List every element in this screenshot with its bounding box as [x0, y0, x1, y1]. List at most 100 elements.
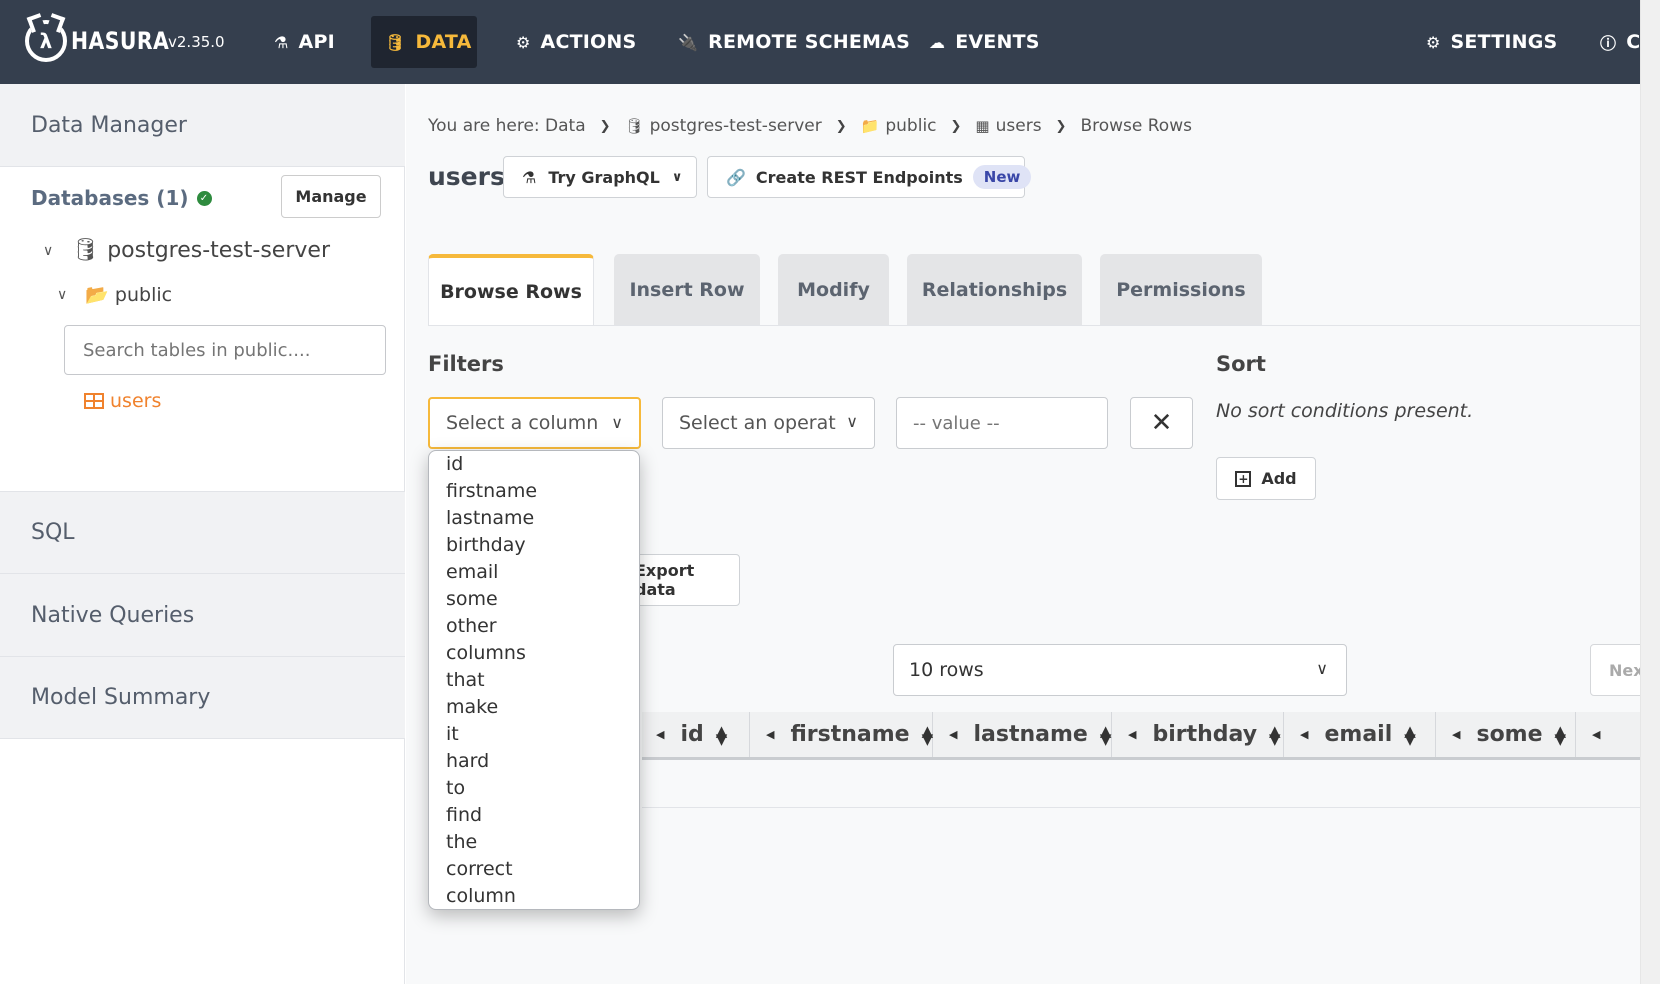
sql-label: SQL — [31, 520, 75, 545]
plus-square-icon: + — [1235, 470, 1252, 487]
nav-settings[interactable]: ⚙ SETTINGS — [1412, 16, 1571, 68]
dropdown-option[interactable]: columns — [446, 640, 622, 667]
manage-button[interactable]: Manage — [281, 175, 381, 218]
dropdown-option[interactable]: find — [446, 802, 622, 829]
chevron-down-icon: ∨ — [57, 286, 68, 303]
gears-icon: ⚙ — [516, 32, 531, 52]
breadcrumb-prefix: You are here: — [428, 116, 540, 136]
sort-heading: Sort — [1216, 352, 1266, 376]
create-rest-endpoints-button[interactable]: 🔗 Create REST Endpoints New — [707, 156, 1032, 198]
nav-api[interactable]: ⚗ API — [260, 16, 349, 68]
filter-value-input[interactable] — [896, 397, 1108, 449]
nav-events[interactable]: ☁ EVENTS — [915, 16, 1054, 68]
server-name: postgres-test-server — [107, 238, 330, 263]
databases-title: Databases (1) ✓ — [31, 186, 212, 210]
nav-actions[interactable]: ⚙ ACTIONS — [502, 16, 650, 68]
column-header-some[interactable]: ◀ some ▲ ▼ — [1436, 712, 1576, 757]
caret-left-icon: ◀ — [1452, 728, 1461, 741]
tab-insert-row[interactable]: Insert Row — [614, 254, 760, 326]
dropdown-option[interactable]: some — [446, 586, 622, 613]
sort-icon: ▲ ▼ — [1554, 721, 1567, 748]
model-summary-label: Model Summary — [31, 685, 211, 710]
search-tables-input[interactable] — [64, 325, 386, 375]
create-rest-label: Create REST Endpoints — [755, 167, 963, 187]
tab-permissions[interactable]: Permissions — [1100, 254, 1262, 326]
caret-left-icon: ◀ — [766, 728, 775, 741]
table-header: ◀ id ▲ ▼ ◀ firstname ▲ ▼ ◀ lastname ▲ ▼ ◀ b… — [642, 712, 1640, 760]
dropdown-option[interactable]: hard — [446, 748, 622, 775]
folder-icon: 📁 — [860, 117, 880, 135]
try-graphql-button[interactable]: ⚗ Try GraphQL ∨ — [503, 156, 697, 198]
dropdown-option[interactable]: email — [446, 559, 622, 586]
tree-item-server[interactable]: ∨ 🛢 postgres-test-server — [43, 238, 330, 263]
sort-icon: ▲ ▼ — [1404, 721, 1416, 748]
flask-icon: ⚗ — [274, 32, 289, 52]
database-icon: 🛢 — [71, 238, 100, 263]
breadcrumb-data[interactable]: Data — [545, 116, 586, 136]
chevron-down-icon: ∨ — [43, 242, 54, 259]
column-select[interactable]: Select a column ∨ — [428, 397, 641, 449]
dropdown-option[interactable]: birthday — [446, 532, 622, 559]
sidebar-section-native-queries[interactable]: Native Queries — [0, 574, 405, 657]
version-label: v2.35.0 — [168, 33, 225, 51]
tab-relationships[interactable]: Relationships — [907, 254, 1082, 326]
dropdown-option[interactable]: lastname — [446, 505, 622, 532]
dropdown-option[interactable]: column — [446, 883, 622, 909]
new-badge: New — [972, 165, 1032, 189]
sidebar-section-sql[interactable]: SQL — [0, 491, 405, 574]
remove-filter-button[interactable]: ✕ — [1130, 397, 1193, 449]
dropdown-option[interactable]: to — [446, 775, 622, 802]
dropdown-option[interactable]: other — [446, 613, 622, 640]
dropdown-option[interactable]: id — [446, 451, 622, 478]
dropdown-option[interactable]: make — [446, 694, 622, 721]
tab-modify[interactable]: Modify — [778, 254, 889, 326]
database-icon: 🛢 — [385, 32, 406, 52]
add-sort-label: Add — [1261, 469, 1297, 488]
nav-data[interactable]: 🛢 DATA — [371, 16, 477, 68]
breadcrumb: You are here: Data ❯ 🛢 postgres-test-ser… — [428, 116, 1192, 136]
operator-select[interactable]: Select an operat ∨ — [662, 397, 875, 449]
column-header-id[interactable]: ◀ id ▲ ▼ — [642, 712, 750, 757]
tab-browse-rows[interactable]: Browse Rows — [428, 254, 594, 326]
column-header-more[interactable]: ◀ — [1576, 712, 1640, 757]
column-header-label: firstname — [790, 722, 910, 747]
dropdown-option[interactable]: correct — [446, 856, 622, 883]
add-sort-button[interactable]: + Add — [1216, 457, 1316, 500]
hasura-logo[interactable]: λ HASURA v2.35.0 — [25, 20, 225, 62]
tree-item-schema[interactable]: ∨ 📂 public — [57, 283, 172, 307]
caret-left-icon: ◀ — [1128, 728, 1137, 741]
dropdown-option[interactable]: the — [446, 829, 622, 856]
chevron-right-icon: ❯ — [950, 118, 962, 134]
column-header-lastname[interactable]: ◀ lastname ▲ ▼ — [933, 712, 1112, 757]
check-circle-icon: ✓ — [196, 190, 212, 206]
breadcrumb-schema[interactable]: public — [885, 116, 936, 136]
dropdown-option[interactable]: it — [446, 721, 622, 748]
info-icon: ⓘ — [1600, 34, 1617, 53]
export-data-button[interactable]: Export data — [626, 554, 740, 606]
dropdown-option[interactable]: that — [446, 667, 622, 694]
caret-left-icon: ◀ — [656, 728, 665, 741]
sidebar-section-model-summary[interactable]: Model Summary — [0, 657, 405, 739]
scrollbar[interactable] — [1640, 0, 1660, 984]
native-queries-label: Native Queries — [31, 602, 195, 628]
nav-info-label: C — [1626, 31, 1641, 53]
nav-remote-schemas[interactable]: 🔌 REMOTE SCHEMAS — [664, 16, 924, 68]
data-manager-label: Data Manager — [31, 112, 187, 138]
column-header-firstname[interactable]: ◀ firstname ▲ ▼ — [750, 712, 933, 757]
column-header-label: email — [1324, 722, 1393, 747]
column-header-birthday[interactable]: ◀ birthday ▲ ▼ — [1112, 712, 1284, 757]
dropdown-option[interactable]: firstname — [446, 478, 622, 505]
column-header-label: lastname — [973, 722, 1088, 747]
nav-info[interactable]: ⓘ C — [1586, 16, 1640, 68]
column-select-value: Select a column — [446, 412, 599, 434]
no-sort-text: No sort conditions present. — [1216, 400, 1474, 422]
breadcrumb-server[interactable]: postgres-test-server — [650, 116, 822, 136]
nav-data-label: DATA — [415, 31, 472, 53]
rows-per-page-select[interactable]: 10 rows ∨ — [893, 644, 1347, 696]
column-header-email[interactable]: ◀ email ▲ ▼ — [1284, 712, 1436, 757]
data-manager-heading[interactable]: Data Manager — [0, 84, 405, 167]
table-icon: ▦ — [975, 117, 990, 135]
table-link-users[interactable]: users — [84, 390, 161, 412]
gear-icon: ⚙ — [1426, 32, 1441, 52]
breadcrumb-table[interactable]: users — [996, 116, 1042, 136]
